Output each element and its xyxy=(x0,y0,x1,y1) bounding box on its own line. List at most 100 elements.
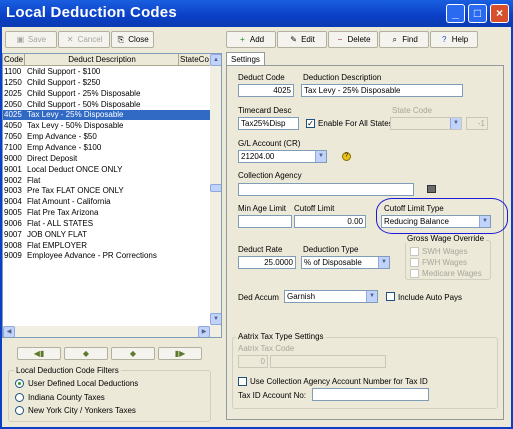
scroll-right-icon[interactable]: ▶ xyxy=(198,326,210,337)
grid-h-scrollbar[interactable]: ◀ ▶ xyxy=(3,326,210,337)
aatrix-tax-code-select[interactable] xyxy=(270,355,386,368)
filter-radio-nyc[interactable] xyxy=(15,406,24,415)
tax-id-account-field[interactable] xyxy=(312,388,429,401)
save-button[interactable]: ▣ Save xyxy=(5,31,57,48)
table-row[interactable]: 7050 Emp Advance - $50 xyxy=(3,132,213,142)
row-code: 4025 xyxy=(4,110,22,120)
column-header-code[interactable]: Code xyxy=(3,54,25,66)
deduction-codes-grid[interactable]: Code Deduct Description StateCo 1100 Chil… xyxy=(2,53,222,338)
min-age-limit-field[interactable] xyxy=(238,215,292,228)
delete-button[interactable]: − Delete xyxy=(328,31,378,48)
table-row[interactable]: 4025 Tax Levy - 25% Disposable xyxy=(3,110,213,121)
filter-label-nyc: New York City / Yonkers Taxes xyxy=(28,406,136,415)
deduct-code-field[interactable]: 4025 xyxy=(238,84,294,97)
find-button[interactable]: ⌕ Find xyxy=(379,31,429,48)
filter-radio-indiana[interactable] xyxy=(15,393,24,402)
grid-scrollbar[interactable]: ▲ ▼ xyxy=(210,54,221,337)
filters-title: Local Deduction Code Filters xyxy=(14,366,121,375)
table-row[interactable]: 1100 Child Support - $100 xyxy=(3,67,213,77)
row-code: 9003 xyxy=(4,186,22,196)
maximize-button[interactable]: □ xyxy=(468,4,487,23)
column-header-description[interactable]: Deduct Description xyxy=(25,54,179,66)
close-button[interactable]: ⎘ Close xyxy=(111,31,154,48)
row-code: 2050 xyxy=(4,99,22,109)
deduction-type-value: % of Disposable xyxy=(304,258,362,267)
first-record-button[interactable]: ◀▮ xyxy=(17,347,61,360)
close-window-button[interactable]: × xyxy=(490,4,509,23)
include-auto-pays-label: Include Auto Pays xyxy=(398,293,463,302)
edit-button[interactable]: ✎ Edit xyxy=(277,31,327,48)
row-code: 9000 xyxy=(4,153,22,163)
tax-id-account-label: Tax ID Account No: xyxy=(238,391,307,400)
table-row[interactable]: 9007 JOB ONLY FLAT xyxy=(3,230,213,240)
cancel-button[interactable]: ✕ Cancel xyxy=(58,31,110,48)
gl-account-value: 21204.00 xyxy=(241,152,275,161)
state-code-select[interactable]: ▼ xyxy=(390,117,462,130)
cancel-icon: ✕ xyxy=(66,35,74,44)
lookup-icon[interactable]: ? xyxy=(342,152,351,161)
enable-all-states-checkbox[interactable]: ✓ xyxy=(306,119,315,128)
column-header-state[interactable]: StateCo xyxy=(179,54,211,66)
row-description: Tax Levy - 50% Disposable xyxy=(27,121,124,131)
table-row[interactable]: 2025 Child Support - 25% Disposable xyxy=(3,89,213,99)
collection-agency-field[interactable] xyxy=(238,183,414,196)
table-row[interactable]: 9008 Flat EMPLOYER xyxy=(3,241,213,251)
row-description: Child Support - $250 xyxy=(27,77,101,87)
table-row[interactable]: 9001 Local Deduct ONCE ONLY xyxy=(3,165,213,175)
add-button[interactable]: + Add xyxy=(226,31,276,48)
next-record-button[interactable]: ◆ xyxy=(111,347,155,360)
link-icon[interactable] xyxy=(427,185,436,193)
deduction-description-field[interactable]: Tax Levy - 25% Disposable xyxy=(301,84,463,97)
row-description: Local Deduct ONCE ONLY xyxy=(27,164,123,174)
medicare-wages-checkbox[interactable] xyxy=(410,269,419,278)
swh-wages-checkbox[interactable] xyxy=(410,247,419,256)
table-row[interactable]: 9006 Flat - ALL STATES xyxy=(3,219,213,229)
table-row[interactable]: 1250 Child Support - $250 xyxy=(3,78,213,88)
close-icon: ⎘ xyxy=(117,35,124,44)
row-code: 9002 xyxy=(4,175,22,185)
deduct-rate-label: Deduct Rate xyxy=(238,245,283,254)
ded-accum-value: Garnish xyxy=(287,292,316,301)
table-row[interactable]: 7100 Emp Advance - $100 xyxy=(3,143,213,153)
scroll-down-icon[interactable]: ▼ xyxy=(210,313,221,325)
use-collection-agency-checkbox[interactable] xyxy=(238,377,247,386)
table-row[interactable]: 9009 Employee Advance - PR Corrections xyxy=(3,251,213,261)
ded-accum-select[interactable]: Garnish ▼ xyxy=(284,290,378,303)
table-row[interactable]: 9005 Flat Pre Tax Arizona xyxy=(3,208,213,218)
cutoff-limit-field[interactable]: 0.00 xyxy=(294,215,366,228)
aatrix-tax-code-field[interactable]: 0 xyxy=(238,355,268,368)
row-description: Flat - ALL STATES xyxy=(27,218,94,228)
minimize-button[interactable]: _ xyxy=(446,4,465,23)
row-code: 2025 xyxy=(4,88,22,98)
state-code-value[interactable]: -1 xyxy=(466,117,488,130)
chevron-down-icon: ▼ xyxy=(450,118,461,129)
filter-radio-user-defined[interactable] xyxy=(15,379,24,388)
row-code: 7050 xyxy=(4,132,22,142)
table-row[interactable]: 2050 Child Support - 50% Disposable xyxy=(3,100,213,110)
table-row[interactable]: 4050 Tax Levy - 50% Disposable xyxy=(3,121,213,131)
prev-record-button[interactable]: ◆ xyxy=(64,347,108,360)
deduct-rate-field[interactable]: 25.0000 xyxy=(238,256,296,269)
cutoff-limit-label: Cutoff Limit xyxy=(294,204,335,213)
timecard-desc-field[interactable]: Tax25%Disp xyxy=(238,117,299,130)
deduction-type-select[interactable]: % of Disposable ▼ xyxy=(301,256,390,269)
tab-settings[interactable]: Settings xyxy=(226,52,265,66)
row-description: JOB ONLY FLAT xyxy=(27,229,88,239)
table-row[interactable]: 9004 Flat Amount - California xyxy=(3,197,213,207)
scroll-left-icon[interactable]: ◀ xyxy=(3,326,15,337)
table-row[interactable]: 9003 Pre Tax FLAT ONCE ONLY xyxy=(3,186,213,196)
gross-wage-override-title: Gross Wage Override xyxy=(405,234,487,243)
scroll-thumb[interactable] xyxy=(210,184,221,192)
use-collection-agency-label: Use Collection Agency Account Number for… xyxy=(250,377,428,386)
fwh-wages-checkbox[interactable] xyxy=(410,258,419,267)
include-auto-pays-checkbox[interactable] xyxy=(386,292,395,301)
scroll-up-icon[interactable]: ▲ xyxy=(210,54,221,66)
deduction-type-label: Deduction Type xyxy=(303,245,359,254)
gl-account-select[interactable]: 21204.00 ▼ xyxy=(238,150,327,163)
row-description: Employee Advance - PR Corrections xyxy=(27,251,157,261)
table-row[interactable]: 9002 Flat xyxy=(3,176,213,186)
help-button[interactable]: ? Help xyxy=(430,31,478,48)
last-record-button[interactable]: ▮▶ xyxy=(158,347,202,360)
row-code: 7100 xyxy=(4,142,22,152)
table-row[interactable]: 9000 Direct Deposit xyxy=(3,154,213,164)
